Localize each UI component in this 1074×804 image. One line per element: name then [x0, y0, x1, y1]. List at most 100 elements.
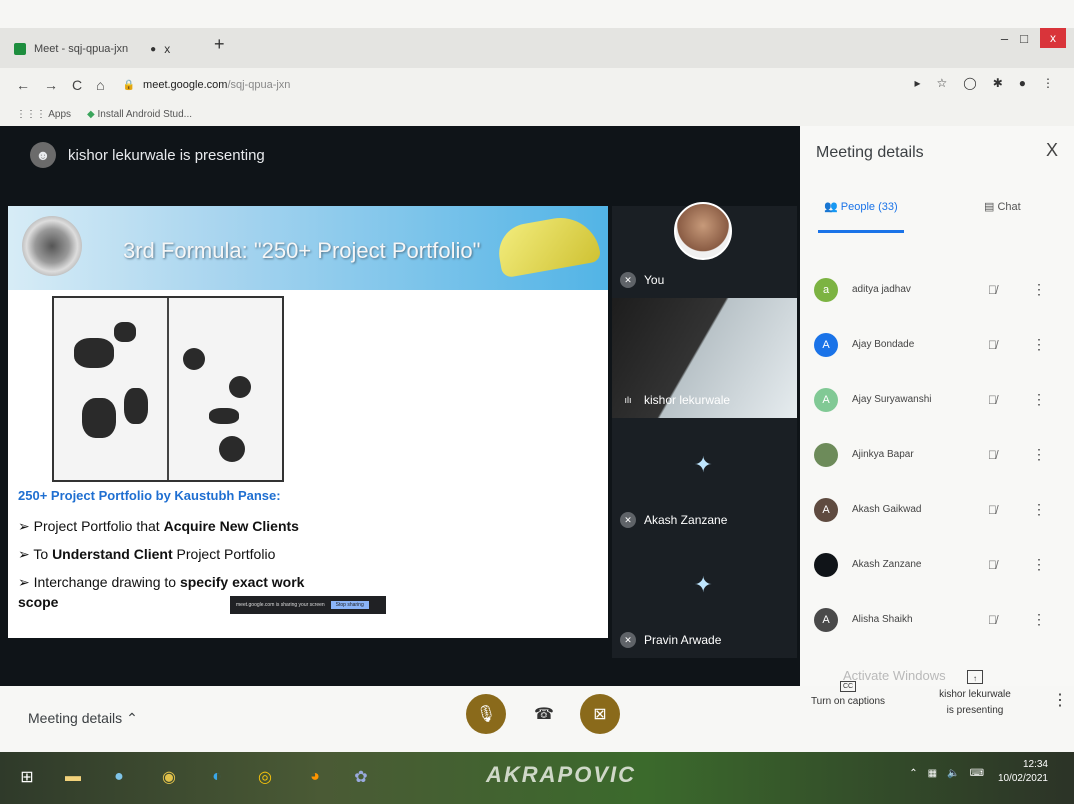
url-field[interactable]: meet.google.com/sqj-qpua-jxn [143, 79, 290, 91]
participant-row[interactable]: Akash Zanzane 🎙̸ ⋮ [800, 537, 1074, 592]
mic-muted-icon[interactable]: 🎙̸ [988, 448, 997, 462]
firefox-icon[interactable]: ◕ [302, 764, 328, 790]
system-tray: ⌃ ▦ 🔈 ⌨ [909, 768, 984, 779]
tile-kishor[interactable]: ılı kishor lekurwale [612, 298, 797, 418]
bullet-3-text: Interchange drawing to [33, 574, 180, 590]
cast-icon[interactable]: ▸ [914, 76, 920, 90]
participant-name: aditya jadhav [852, 284, 911, 295]
tab-people[interactable]: 👥 People (33) [824, 200, 898, 214]
meeting-details-panel: Meeting details X 👥 People (33) ▤ Chat a… [800, 126, 1074, 686]
reload-icon[interactable]: C [72, 77, 82, 93]
tile-name: Akash Zanzane [644, 513, 728, 527]
home-icon[interactable]: ⌂ [96, 77, 104, 93]
chrome-icon[interactable]: ◎ [252, 764, 278, 790]
browser-tab[interactable]: Meet - sqj-qpua-jxn ● x [14, 36, 214, 62]
share-notice-text: meet.google.com is sharing your screen [236, 602, 325, 608]
participant-avatar: A [814, 387, 838, 412]
participant-name: Ajay Suryawanshi [852, 394, 932, 405]
participant-tiles: ✕ You ılı kishor lekurwale ✦ ✕ Akash Zanzan… [612, 202, 797, 658]
extension-shield-icon[interactable]: ◯ [963, 76, 976, 90]
participant-more-icon[interactable]: ⋮ [1032, 391, 1046, 408]
restore-button[interactable]: □ [1020, 31, 1028, 46]
participant-row[interactable]: a aditya jadhav 🎙̸ ⋮ [800, 262, 1074, 317]
tab-chat[interactable]: ▤ Chat [984, 200, 1021, 214]
participant-row[interactable]: A Akash Gaikwad 🎙̸ ⋮ [800, 482, 1074, 537]
participant-row[interactable]: Ajinkya Bapar 🎙̸ ⋮ [800, 427, 1074, 482]
new-tab-button[interactable]: + [214, 34, 225, 55]
shared-slide: 3rd Formula: "250+ Project Portfolio" 25 [8, 206, 608, 638]
participant-row[interactable]: A Alisha Shaikh 🎙̸ ⋮ [800, 592, 1074, 647]
bullet-2-tail: Project Portfolio [172, 546, 276, 562]
participant-more-icon[interactable]: ⋮ [1032, 336, 1046, 353]
cc-icon: CC [839, 681, 857, 692]
profile-avatar-icon[interactable]: ● [1019, 76, 1026, 90]
mic-muted-icon[interactable]: 🎙̸ [988, 558, 997, 572]
panel-close-button[interactable]: X [1046, 140, 1058, 161]
tile-name: Pravin Arwade [644, 633, 722, 647]
tray-arrow-icon[interactable]: ⌃ [909, 768, 917, 779]
edge-icon[interactable]: ◐ [204, 764, 230, 790]
presenting-button[interactable]: ↑ kishor lekurwale is presenting [930, 670, 1020, 719]
address-bar: ← → C ⌂ 🔒 meet.google.com/sqj-qpua-jxn ▸… [0, 68, 1074, 102]
captions-button[interactable]: CC Turn on captions [808, 680, 888, 707]
slide-header: 3rd Formula: "250+ Project Portfolio" [8, 206, 608, 290]
participant-avatar [814, 442, 838, 467]
mic-muted-icon[interactable]: 🎙̸ [988, 503, 997, 517]
stop-sharing-button[interactable]: Stop sharing [330, 601, 369, 609]
language-icon[interactable]: ⌨ [970, 768, 984, 779]
app-icon-1[interactable]: ● [106, 764, 132, 790]
clock-time: 12:34 [1022, 759, 1048, 770]
windows-start-icon[interactable]: ⊞ [14, 764, 40, 790]
clock-date: 10/02/2021 [997, 773, 1048, 784]
slide-title: 3rd Formula: "250+ Project Portfolio" [123, 238, 481, 263]
browser-menu-icon[interactable]: ⋮ [1042, 76, 1054, 90]
participant-name: Ajinkya Bapar [852, 449, 914, 460]
app-icon-3[interactable]: ✿ [348, 764, 374, 790]
participant-more-icon[interactable]: ⋮ [1032, 556, 1046, 573]
forward-arrow-icon[interactable]: → [44, 77, 58, 93]
tile-you[interactable]: ✕ You [612, 202, 797, 298]
tile-pravin[interactable]: ✦ ✕ Pravin Arwade [612, 538, 797, 658]
volume-icon[interactable]: 🔈 [947, 768, 959, 779]
mic-muted-icon[interactable]: 🎙̸ [988, 613, 997, 627]
back-arrow-icon[interactable]: ← [16, 77, 30, 93]
tile-akash[interactable]: ✦ ✕ Akash Zanzane [612, 418, 797, 538]
participant-row[interactable]: A Ajay Bondade 🎙̸ ⋮ [800, 317, 1074, 372]
mic-muted-icon[interactable]: 🎙̸ [988, 393, 997, 407]
tab-close-icon[interactable]: x [164, 42, 170, 56]
lock-icon: 🔒 [122, 79, 136, 91]
app-icon-2[interactable]: ◉ [156, 764, 182, 790]
mic-muted-icon[interactable]: 🎙̸ [988, 338, 997, 352]
meeting-details-toggle[interactable]: Meeting details ⌃ [28, 710, 138, 727]
network-icon[interactable]: ▦ [928, 768, 937, 779]
leave-call-button[interactable]: ☎ [534, 704, 554, 724]
minimize-button[interactable]: – [1001, 31, 1008, 46]
bullet-1: ➢ Project Portfolio that Acquire New Cli… [18, 518, 299, 534]
camera-toggle-button[interactable]: ⊠ [580, 694, 620, 734]
more-options-button[interactable]: ⋮ [1052, 690, 1068, 710]
bookmark-apps[interactable]: ⋮⋮⋮ Apps [16, 109, 71, 120]
window-close-button[interactable]: x [1040, 28, 1066, 48]
file-explorer-icon[interactable]: ▬ [60, 764, 86, 790]
participant-more-icon[interactable]: ⋮ [1032, 281, 1046, 298]
mic-toggle-button[interactable]: 🎙 [466, 694, 506, 734]
chat-icon: ▤ [984, 201, 995, 213]
url-host: meet.google.com [143, 79, 228, 91]
mic-muted-icon[interactable]: 🎙̸ [988, 283, 997, 297]
bullet-1-bold: Acquire New Clients [163, 518, 299, 534]
tile-label: ✕ You [620, 272, 664, 288]
avatar-glow-icon: ✦ [694, 572, 713, 597]
participant-more-icon[interactable]: ⋮ [1032, 611, 1046, 628]
participant-name: Ajay Bondade [852, 339, 915, 350]
bookmark-android-studio[interactable]: ◆ Install Android Stud... [87, 109, 192, 120]
taskbar-clock[interactable]: 12:34 10/02/2021 [998, 758, 1048, 786]
star-icon[interactable]: ☆ [936, 76, 947, 90]
participant-more-icon[interactable]: ⋮ [1032, 446, 1046, 463]
puzzle-icon[interactable]: ✱ [993, 76, 1003, 90]
camera-off-icon: ⊠ [593, 706, 607, 723]
participant-name: Akash Zanzane [852, 559, 922, 570]
tile-name: kishor lekurwale [644, 393, 731, 407]
participant-more-icon[interactable]: ⋮ [1032, 501, 1046, 518]
participant-row[interactable]: A Ajay Suryawanshi 🎙̸ ⋮ [800, 372, 1074, 427]
portfolio-photo-2 [169, 298, 282, 480]
